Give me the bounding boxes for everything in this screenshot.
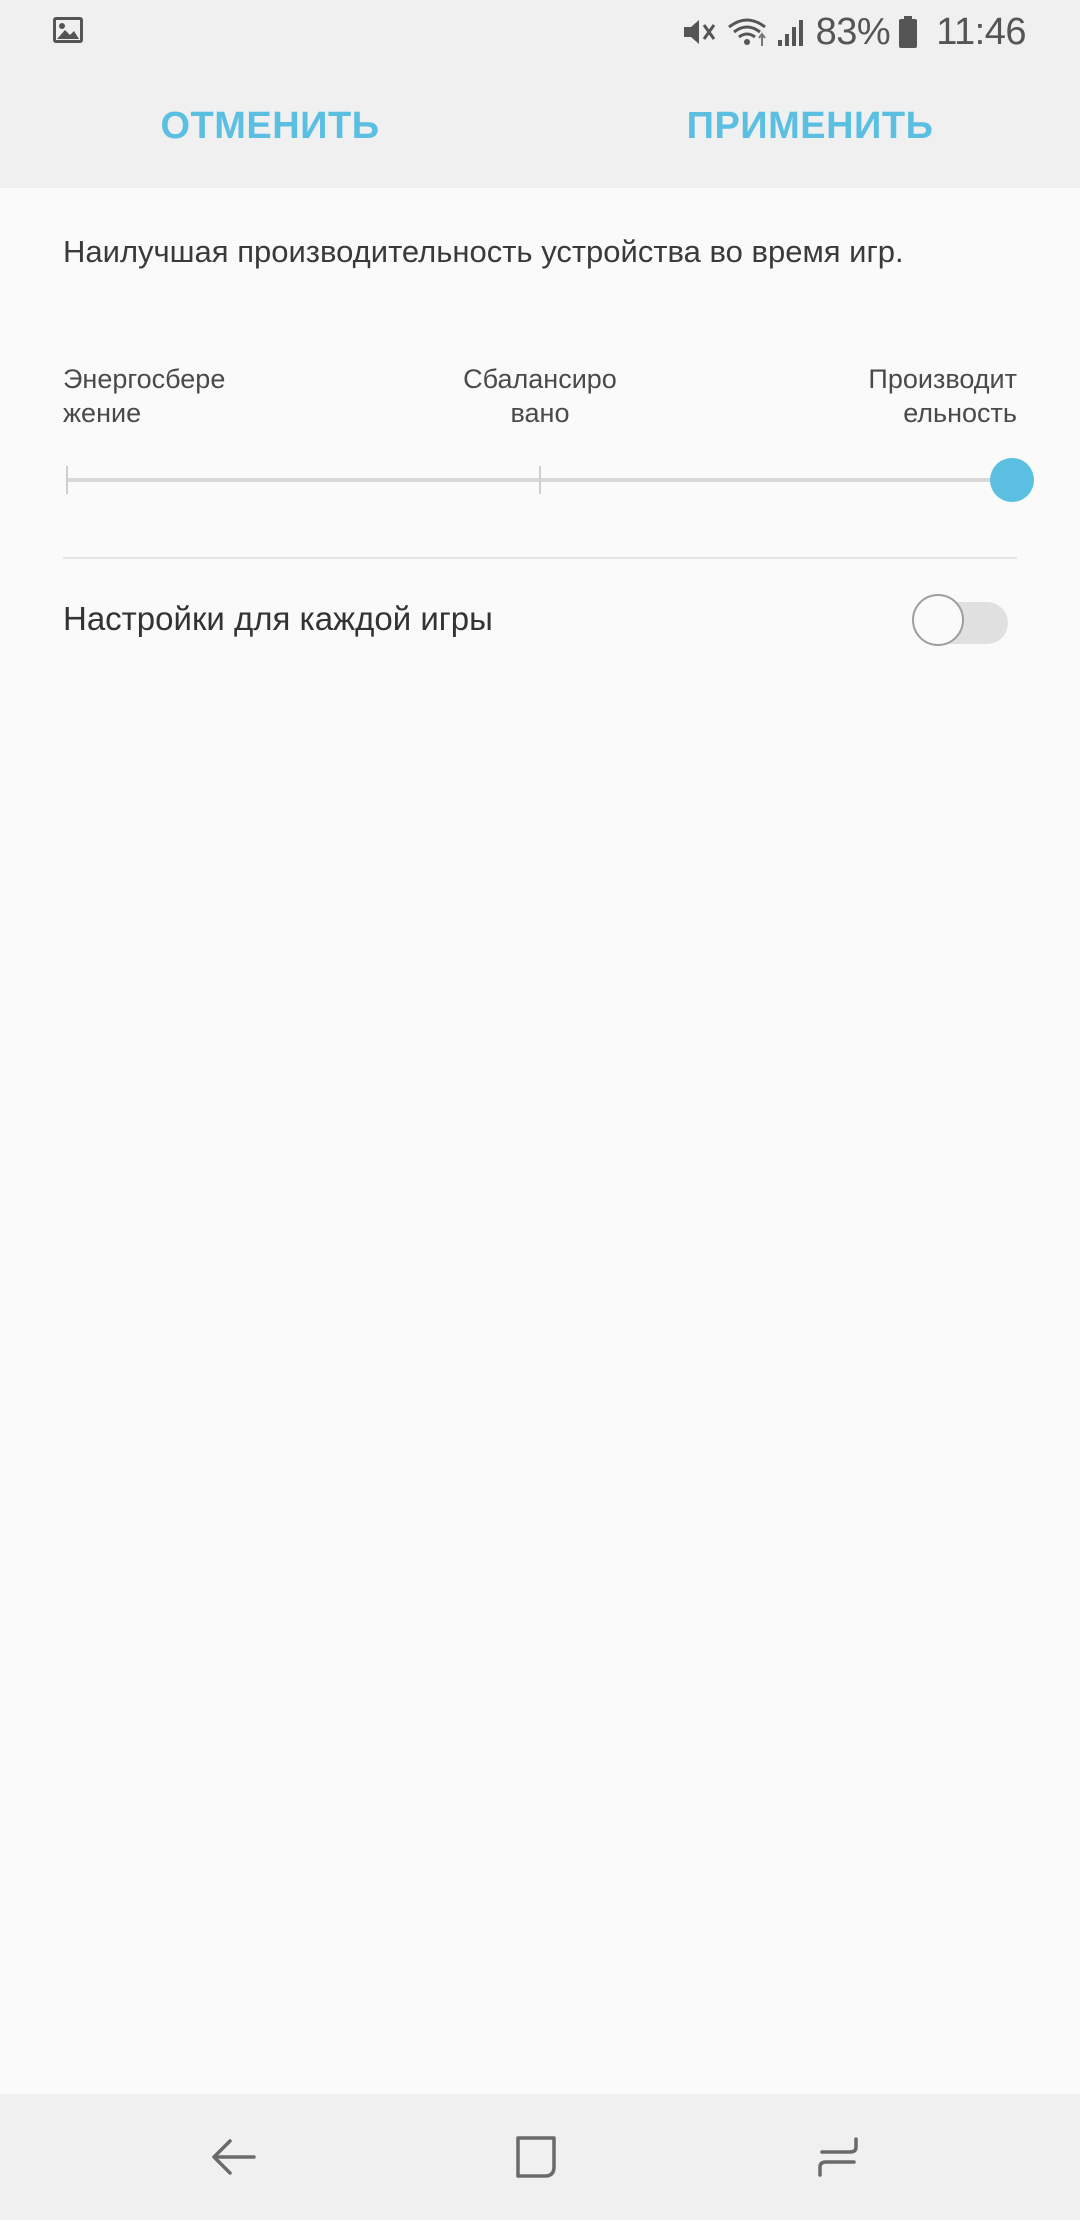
home-button[interactable] [446, 2094, 626, 2220]
mode-label-line: вано [510, 398, 570, 428]
action-bar: ОТМЕНИТЬ ПРИМЕНИТЬ [0, 64, 1080, 188]
battery-percentage: 83% [815, 10, 891, 53]
back-icon [212, 2139, 256, 2175]
battery-icon [899, 16, 918, 48]
mode-label-balanced[interactable]: Сбалансиро вано [430, 362, 650, 430]
mode-label-line: Энергосбере [63, 364, 226, 394]
wifi-icon [727, 18, 766, 46]
mode-label-line: ельность [903, 398, 1017, 428]
signal-icon [777, 20, 803, 46]
recent-apps-button[interactable] [748, 2094, 928, 2220]
back-button[interactable] [144, 2094, 324, 2220]
image-notification-icon [53, 17, 83, 43]
toggle-knob [912, 594, 964, 646]
mute-icon [683, 20, 715, 44]
mode-label-power-saving[interactable]: Энергосбере жение [63, 362, 283, 430]
navigation-bar [0, 2094, 1080, 2220]
performance-mode-slider[interactable] [64, 458, 1034, 502]
cancel-button[interactable]: ОТМЕНИТЬ [70, 64, 470, 188]
home-icon [516, 2136, 556, 2178]
slider-tick [539, 466, 541, 494]
content-area: Наилучшая производительность устройства … [0, 188, 1080, 2094]
mode-label-performance[interactable]: Производит ельность [797, 362, 1017, 430]
status-icons: 83% 11:46 [682, 0, 1026, 64]
per-game-settings-label: Настройки для каждой игры [63, 600, 493, 637]
apply-button[interactable]: ПРИМЕНИТЬ [610, 64, 1010, 188]
recent-apps-icon [818, 2137, 858, 2177]
slider-tick [66, 466, 68, 494]
mode-label-line: Производит [868, 364, 1017, 394]
mode-description: Наилучшая производительность устройства … [63, 234, 904, 269]
slider-thumb[interactable] [990, 458, 1034, 502]
divider [63, 557, 1017, 559]
clock: 11:46 [936, 10, 1026, 53]
status-bar: 83% 11:46 [0, 0, 1080, 64]
per-game-settings-row[interactable]: Настройки для каждой игры [0, 560, 1080, 686]
mode-label-line: жение [63, 398, 142, 428]
per-game-settings-toggle[interactable] [912, 594, 1008, 650]
mode-label-line: Сбалансиро [463, 364, 617, 394]
